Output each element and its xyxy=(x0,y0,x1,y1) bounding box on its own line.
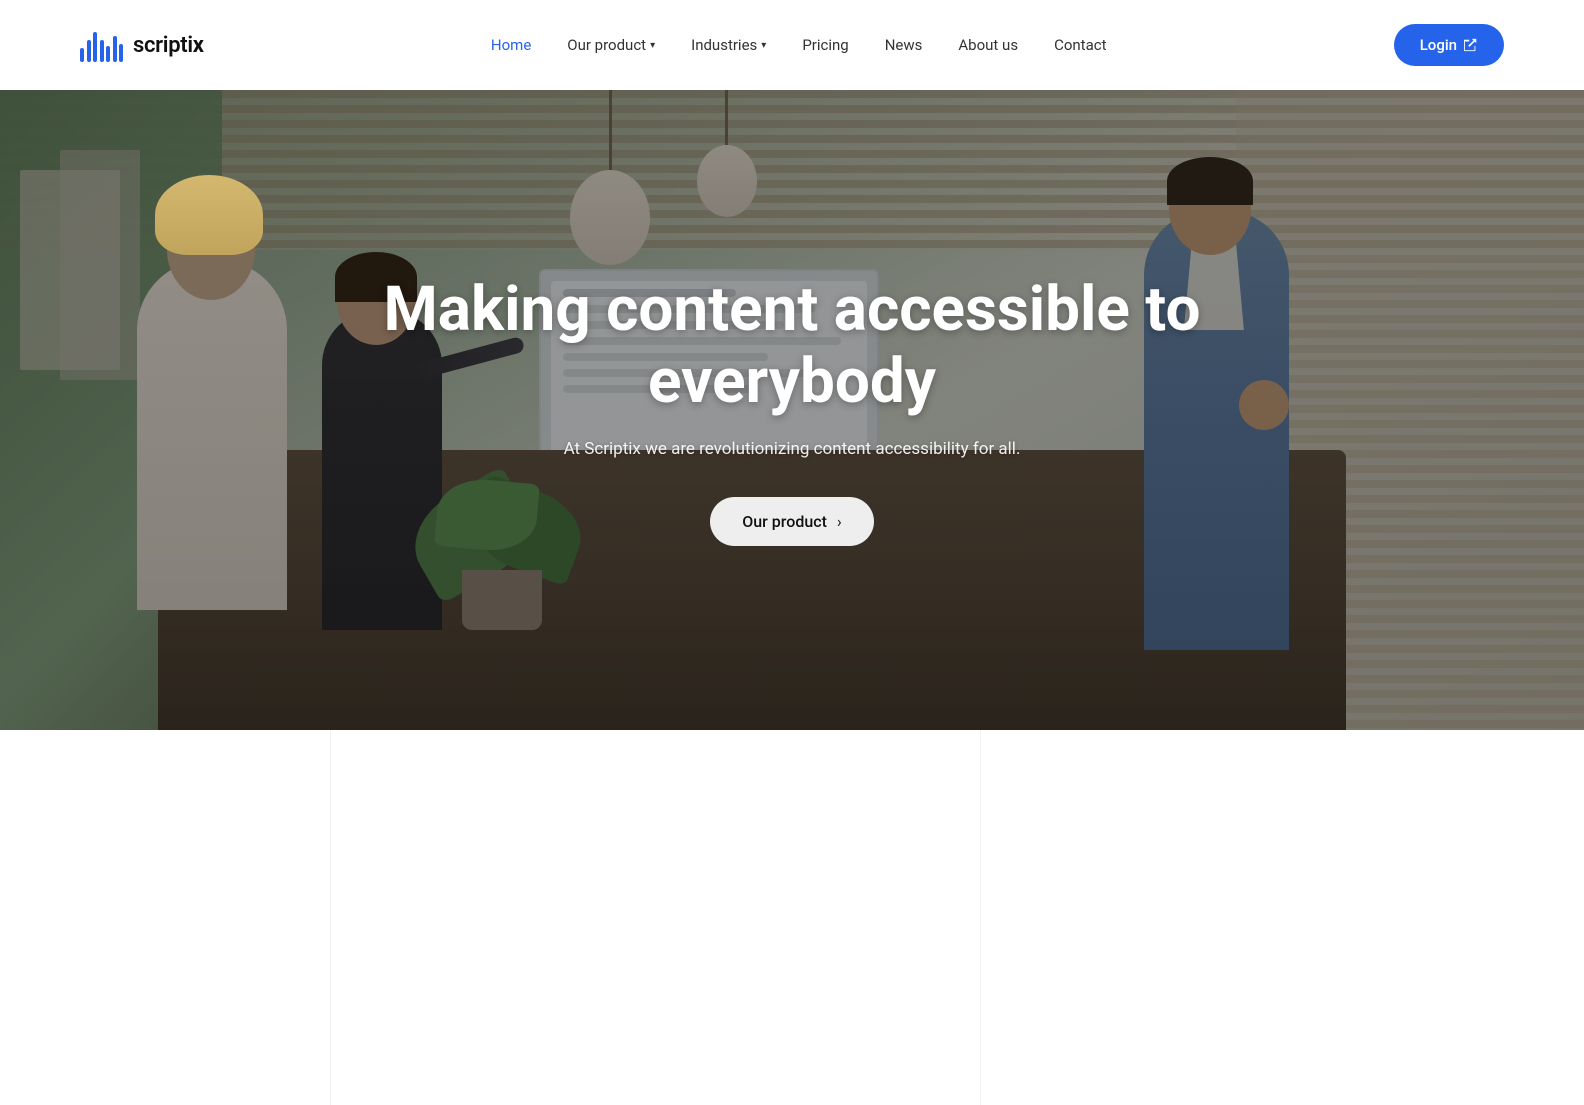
chevron-down-icon-industries: ▾ xyxy=(761,40,766,51)
nav-item-home[interactable]: Home xyxy=(491,36,531,54)
site-header: scriptix Home Our product ▾ Industries ▾… xyxy=(0,0,1584,90)
external-link-icon xyxy=(1464,38,1478,52)
nav-item-industries[interactable]: Industries ▾ xyxy=(691,36,766,54)
bar-3 xyxy=(93,32,97,62)
bar-1 xyxy=(80,48,84,62)
main-nav: Home Our product ▾ Industries ▾ Pricing … xyxy=(491,36,1107,54)
nav-label-pricing: Pricing xyxy=(802,36,848,54)
arrow-right-icon: › xyxy=(837,512,842,531)
nav-item-pricing[interactable]: Pricing xyxy=(802,36,848,54)
hero-subtitle: At Scriptix we are revolutionizing conte… xyxy=(564,439,1021,459)
person-left-hair xyxy=(155,175,263,255)
nav-label-our-product: Our product xyxy=(567,36,646,54)
below-hero-section xyxy=(0,730,1584,1070)
nav-label-home: Home xyxy=(491,36,531,54)
hero-cta-button[interactable]: Our product › xyxy=(710,497,874,546)
logo[interactable]: scriptix xyxy=(80,28,204,62)
bar-4 xyxy=(100,40,104,62)
nav-label-contact: Contact xyxy=(1054,36,1106,54)
login-button[interactable]: Login xyxy=(1394,24,1504,66)
nav-item-news[interactable]: News xyxy=(885,36,923,54)
bar-6 xyxy=(113,36,117,62)
bar-7 xyxy=(119,44,123,62)
nav-item-about-us[interactable]: About us xyxy=(958,36,1018,54)
logo-bars xyxy=(80,28,123,62)
hero-title: Making content accessible to everybody xyxy=(362,274,1222,417)
hero-section: Making content accessible to everybody A… xyxy=(0,90,1584,730)
logo-suffix: x xyxy=(193,33,204,58)
bar-2 xyxy=(87,40,91,62)
nav-label-about-us: About us xyxy=(958,36,1018,54)
cta-label: Our product xyxy=(742,512,827,531)
logo-prefix: scripti xyxy=(133,33,193,58)
chevron-down-icon-product: ▾ xyxy=(650,40,655,51)
nav-item-our-product[interactable]: Our product ▾ xyxy=(567,36,655,54)
nav-label-industries: Industries xyxy=(691,36,757,54)
nav-label-news: News xyxy=(885,36,923,54)
logo-icon xyxy=(80,28,123,62)
login-label: Login xyxy=(1420,36,1457,54)
bar-5 xyxy=(106,46,110,62)
logo-text: scriptix xyxy=(133,33,204,58)
nav-item-contact[interactable]: Contact xyxy=(1054,36,1106,54)
